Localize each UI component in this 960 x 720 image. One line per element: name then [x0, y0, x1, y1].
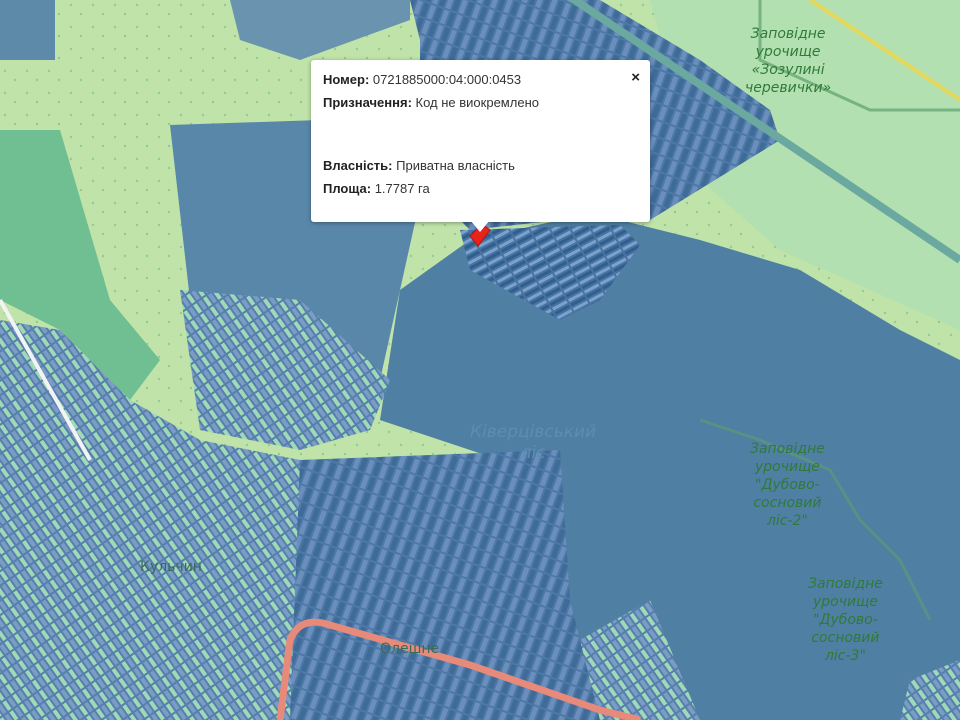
number-label: Номер:	[323, 72, 370, 87]
number-value: 0721885000:04:000:0453	[372, 72, 522, 87]
ownership-label: Власність:	[323, 158, 393, 173]
ownership-value: Приватна власність	[396, 158, 515, 173]
area-label: Площа:	[323, 181, 372, 196]
popup-pointer	[470, 220, 490, 232]
popup-purpose-row: Призначення: Код не виокремлено	[323, 95, 638, 110]
reserve-label-mid: Заповідне урочище "Дубово- сосновий ліс-…	[750, 441, 825, 529]
popup-number-row: Номер: 0721885000:04:000:0453	[323, 72, 638, 87]
popup-area-row: Площа: 1.7787 га	[323, 181, 638, 196]
area-value: 1.7787 га	[374, 181, 430, 196]
reserve-label-north: Заповідне урочище «Зозулині черевички»	[745, 26, 832, 96]
purpose-value: Код не виокремлено	[415, 95, 539, 110]
town-label-kulchyn: Кульчин	[140, 559, 202, 575]
parcel-cluster-south	[290, 450, 600, 720]
close-icon[interactable]: ×	[631, 70, 640, 85]
town-label-oleshne: Олешне	[380, 641, 440, 657]
parcel-info-popup: × Номер: 0721885000:04:000:0453 Призначе…	[311, 60, 650, 222]
reserve-label-low: Заповідне урочище "Дубово- сосновий ліс-…	[808, 576, 883, 664]
popup-ownership-row: Власність: Приватна власність	[323, 158, 638, 173]
forest-label-kivertsi: Ківерцівський ліс	[470, 422, 597, 463]
purpose-label: Призначення:	[323, 95, 412, 110]
corner-forest-block	[0, 0, 55, 60]
